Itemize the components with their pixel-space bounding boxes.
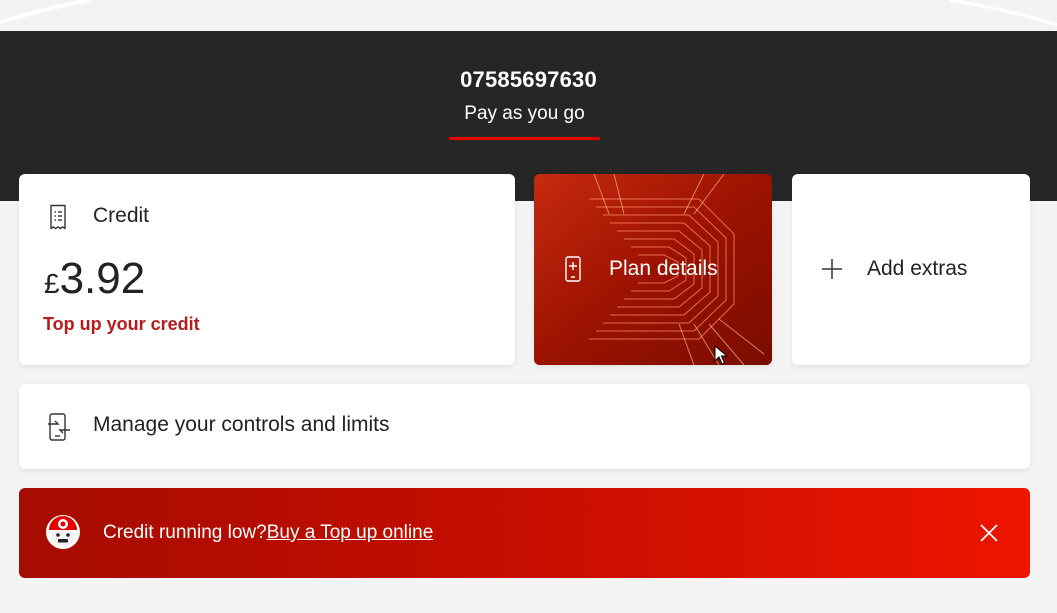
phone-plus-icon bbox=[565, 256, 581, 287]
banner-text: Credit running low? bbox=[103, 522, 267, 543]
balance-amount: 3.92 bbox=[59, 254, 146, 303]
phone-number: 07585697630 bbox=[460, 67, 597, 92]
mouse-cursor-icon bbox=[714, 344, 729, 370]
close-icon[interactable] bbox=[979, 523, 999, 548]
low-credit-banner: Credit running low?Buy a Top up online bbox=[19, 488, 1030, 578]
credit-balance: £3.92 bbox=[44, 254, 145, 304]
tab-pay-as-you-go[interactable]: Pay as you go bbox=[449, 100, 600, 140]
banner-message: Credit running low?Buy a Top up online bbox=[103, 522, 433, 544]
currency-symbol: £ bbox=[44, 268, 60, 299]
phone-settings-icon bbox=[47, 413, 71, 446]
manage-controls-card[interactable]: Manage your controls and limits bbox=[19, 384, 1030, 469]
plus-icon bbox=[821, 258, 843, 285]
add-extras-card[interactable]: Add extras bbox=[792, 174, 1030, 365]
credit-title: Credit bbox=[93, 204, 150, 227]
buy-top-up-link[interactable]: Buy a Top up online bbox=[267, 522, 434, 543]
add-extras-label: Add extras bbox=[867, 257, 968, 280]
receipt-icon bbox=[48, 204, 68, 235]
top-background-strip bbox=[0, 0, 1057, 31]
manage-controls-label: Manage your controls and limits bbox=[93, 413, 390, 436]
plan-details-label: Plan details bbox=[609, 257, 718, 280]
mascot-icon bbox=[45, 514, 81, 555]
plan-details-card[interactable]: Plan details bbox=[534, 174, 772, 365]
credit-card: Credit £3.92 Top up your credit bbox=[19, 174, 515, 365]
top-up-credit-link[interactable]: Top up your credit bbox=[43, 314, 200, 335]
